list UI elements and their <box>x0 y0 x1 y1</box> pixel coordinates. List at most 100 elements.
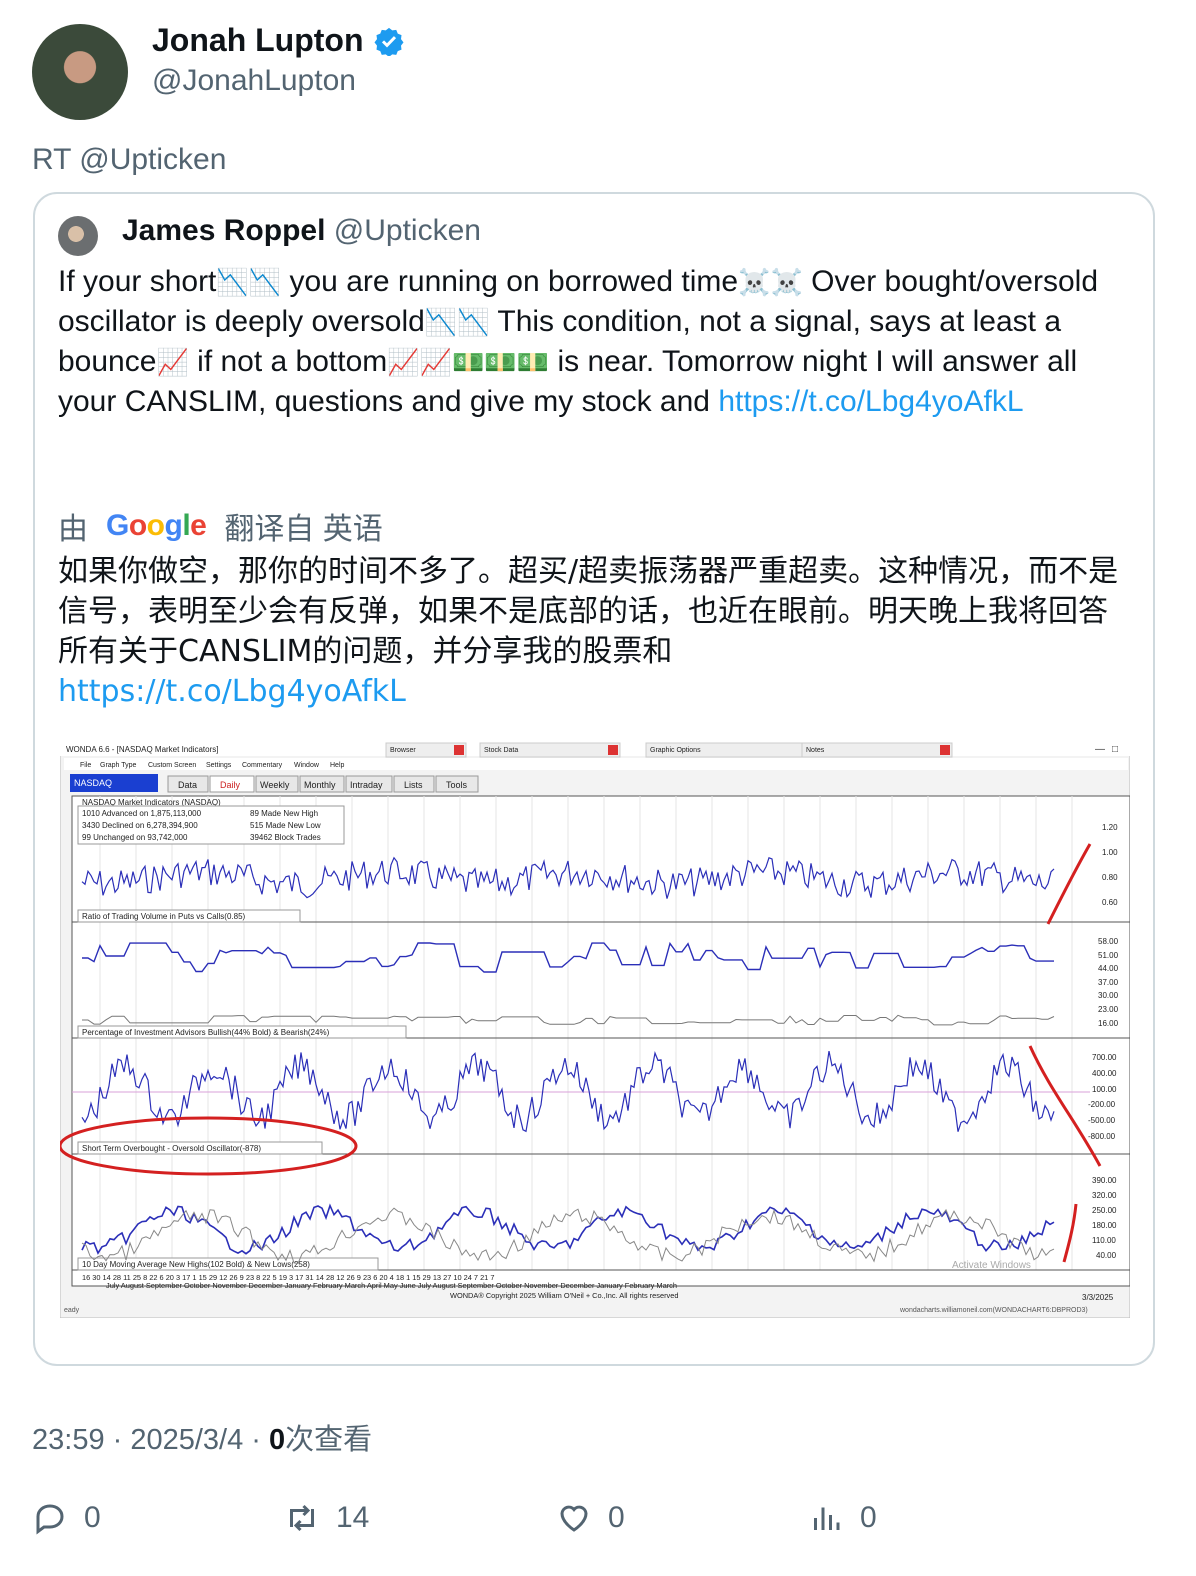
menu-item[interactable]: Window <box>294 762 320 769</box>
verified-badge-icon <box>374 27 404 56</box>
dollar-banknote-icon: 💵💵💵 <box>452 347 550 377</box>
axis-tick: 400.00 <box>1092 1069 1117 1078</box>
translated-text: 如果你做空，那你的时间不多了。超买/超卖振荡器严重超卖。这种情况，而不是信号，表… <box>58 552 1128 712</box>
pane-label: Short Term Overbought - Oversold Oscilla… <box>82 1144 261 1153</box>
retweet-count: 14 <box>336 1501 370 1534</box>
axis-tick: 0.80 <box>1102 873 1118 882</box>
pane-label: Percentage of Investment Advisors Bullis… <box>82 1028 330 1037</box>
axis-tick: -800.00 <box>1088 1132 1116 1141</box>
axis-tick: 390.00 <box>1092 1176 1117 1185</box>
panel-graphic-options[interactable]: Graphic Options <box>650 747 701 754</box>
tweet-link[interactable]: https://t.co/Lbg4yoAfkL <box>718 385 1023 418</box>
axis-tick: 1.00 <box>1102 848 1118 857</box>
menu-item[interactable]: Graph Type <box>100 762 137 769</box>
menu-item[interactable]: Custom Screen <box>148 762 196 769</box>
panel-notes[interactable]: Notes <box>806 747 825 754</box>
maximize-icon[interactable]: □ <box>1112 744 1118 755</box>
date-stamp: 3/3/2025 <box>1082 1293 1114 1302</box>
minimize-icon[interactable]: — <box>1095 744 1105 755</box>
axis-tick: 51.00 <box>1098 951 1119 960</box>
axis-tick: 1.20 <box>1102 823 1118 832</box>
quoted-author-name[interactable]: James Roppel <box>122 214 325 247</box>
axis-tick: 320.00 <box>1092 1191 1117 1200</box>
menu-item[interactable]: Commentary <box>242 762 283 769</box>
symbol-box[interactable]: NASDAQ <box>74 778 112 788</box>
axis-tick: 110.00 <box>1092 1236 1116 1245</box>
translate-prefix: 由 <box>58 513 88 546</box>
axis-tick: 44.00 <box>1098 964 1119 973</box>
axis-tick: -200.00 <box>1088 1100 1116 1109</box>
chart-increasing-icon: 📈 <box>156 347 189 377</box>
analytics-icon <box>814 1507 840 1530</box>
pane-label: Ratio of Trading Volume in Puts vs Calls… <box>82 912 246 921</box>
tab-weekly[interactable]: Weekly <box>260 780 290 790</box>
text-part: If your short <box>58 265 217 298</box>
stat-line: 39462 Block Trades <box>250 833 321 842</box>
google-logo: Google <box>106 509 207 542</box>
attached-chart-image[interactable]: WONDA 6.6 - [NASDAQ Market Indicators] —… <box>58 739 1131 1319</box>
retweet-label: RT @Upticken <box>32 143 227 176</box>
author-avatar[interactable] <box>32 24 128 120</box>
axis-tick: 40.00 <box>1096 1251 1117 1260</box>
axis-tick: 58.00 <box>1098 937 1119 946</box>
text-part: if not a bottom <box>188 345 388 378</box>
reply-count: 0 <box>84 1501 101 1534</box>
quoted-author-handle[interactable]: @Upticken <box>334 214 481 247</box>
tab-intraday[interactable]: Intraday <box>350 780 383 790</box>
like-count: 0 <box>608 1501 625 1534</box>
tab-data[interactable]: Data <box>178 780 197 790</box>
chart-window-title: WONDA 6.6 - [NASDAQ Market Indicators] <box>66 745 218 754</box>
author-handle[interactable]: @JonahLupton <box>152 64 356 98</box>
axis-tick: 100.00 <box>1092 1085 1117 1094</box>
tab-tools[interactable]: Tools <box>446 780 468 790</box>
tab-daily[interactable]: Daily <box>220 780 241 790</box>
author-name-row[interactable]: Jonah Lupton <box>152 22 404 59</box>
axis-tick: 16.00 <box>1098 1019 1119 1028</box>
panel-browser[interactable]: Browser <box>390 747 416 754</box>
stat-line: 515 Made New Low <box>250 821 321 830</box>
axis-tick: 700.00 <box>1092 1053 1117 1062</box>
status-right: wondacharts.williamoneil.com(WONDACHART6… <box>899 1307 1088 1314</box>
quoted-author[interactable]: James Roppel @Upticken <box>122 214 481 248</box>
status-left: eady <box>64 1307 80 1314</box>
chart-increasing-icon: 📈📈 <box>387 347 453 377</box>
heart-icon <box>560 1505 588 1532</box>
panel-stock-data[interactable]: Stock Data <box>484 747 518 754</box>
chart-decreasing-icon: 📉📉 <box>424 307 490 337</box>
text-part: you are running on borrowed time <box>281 265 739 298</box>
views-button[interactable]: 0 <box>808 1500 877 1536</box>
quoted-author-avatar[interactable] <box>58 216 98 256</box>
views-action-count: 0 <box>860 1501 877 1534</box>
month-labels: July August September October November D… <box>106 1281 677 1290</box>
translated-body: 如果你做空，那你的时间不多了。超买/超卖振荡器严重超卖。这种情况，而不是信号，表… <box>58 554 1119 669</box>
stat-line: 89 Made New High <box>250 809 318 818</box>
chart-decreasing-icon: 📉📉 <box>216 267 282 297</box>
axis-tick: 0.60 <box>1102 898 1118 907</box>
stat-line: 99 Unchanged on 93,742,000 <box>82 833 188 842</box>
pane-label: 10 Day Moving Average New Highs(102 Bold… <box>82 1260 310 1269</box>
axis-tick: 180.00 <box>1092 1221 1117 1230</box>
quoted-tweet-text: If your short📉📉 you are running on borro… <box>58 262 1128 422</box>
views-label: 次查看 <box>285 1424 373 1456</box>
like-button[interactable]: 0 <box>556 1500 625 1536</box>
stat-line: 1010 Advanced on 1,875,113,000 <box>82 809 202 818</box>
menu-item[interactable]: File <box>80 762 91 769</box>
author-name[interactable]: Jonah Lupton <box>152 22 364 59</box>
reply-icon <box>36 1504 64 1535</box>
stat-line: 3430 Declined on 6,278,394,900 <box>82 821 198 830</box>
menu-item[interactable]: Help <box>330 762 345 769</box>
translated-link[interactable]: https://t.co/Lbg4yoAfkL <box>58 674 406 709</box>
tab-monthly[interactable]: Monthly <box>304 780 336 790</box>
retweet-button[interactable]: 14 <box>284 1500 369 1536</box>
tab-lists[interactable]: Lists <box>404 780 423 790</box>
translate-suffix: 翻译自 英语 <box>224 513 383 546</box>
reply-button[interactable]: 0 <box>32 1500 101 1536</box>
copyright: WONDA® Copyright 2025 William O'Neil + C… <box>450 1291 678 1300</box>
tweet-time[interactable]: 23:59 · 2025/3/4 · <box>32 1424 269 1456</box>
translation-attribution[interactable]: 由 Google 翻译自 英语 <box>58 504 383 548</box>
skull-crossbones-icon: ☠️☠️ <box>738 267 803 297</box>
axis-tick: -500.00 <box>1088 1116 1116 1125</box>
views-count: 0 <box>269 1424 286 1456</box>
axis-tick: 23.00 <box>1098 1005 1119 1014</box>
menu-item[interactable]: Settings <box>206 762 232 769</box>
